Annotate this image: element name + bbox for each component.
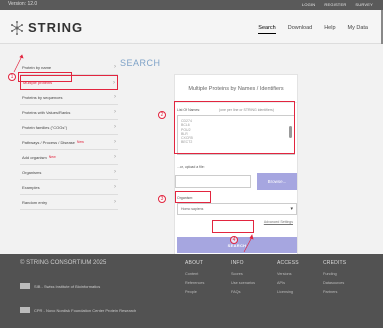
- upload-file-field[interactable]: [175, 175, 251, 188]
- new-badge: New: [76, 139, 84, 144]
- highlight-box-4: [212, 220, 254, 233]
- browse-button[interactable]: Browse...: [257, 173, 297, 190]
- footer-heading: INFO: [231, 260, 244, 266]
- site-header: STRING Search Download Help My Data: [0, 10, 383, 44]
- sidebar-item-pathways[interactable]: Pathways / Process / Disease New ›: [20, 135, 118, 150]
- footer-link[interactable]: References: [185, 281, 231, 285]
- card-title: Multiple Proteins by Names / Identifiers: [175, 75, 297, 103]
- main-nav: Search Download Help My Data: [258, 25, 368, 34]
- step-marker-3: 3: [158, 195, 166, 203]
- institution-sib[interactable]: SIB - Swiss Institute of Bioinformatics: [20, 283, 100, 289]
- nav-help[interactable]: Help: [324, 25, 335, 34]
- sib-logo-icon: [20, 283, 30, 289]
- sidebar-item-random-entry[interactable]: Random entry ›: [20, 195, 118, 210]
- top-links: LOGIN REGISTER SURVEY: [302, 2, 373, 7]
- sidebar-item-organisms[interactable]: Organisms ›: [20, 165, 118, 180]
- footer-col-credits: CREDITS Funding Datasources Partners: [323, 260, 369, 299]
- footer-link[interactable]: Content: [185, 272, 231, 276]
- sidebar-item-label: Examples: [22, 184, 40, 190]
- footer-link[interactable]: Versions: [277, 272, 323, 276]
- footer-link[interactable]: People: [185, 290, 231, 294]
- cpr-logo-icon: [20, 307, 30, 313]
- sidebar-item-label: Organisms: [22, 169, 42, 175]
- footer-heading: ACCESS: [277, 260, 299, 266]
- chevron-right-icon: ›: [114, 169, 116, 175]
- sidebar-item-values-ranks[interactable]: Proteins with Values/Ranks ›: [20, 105, 118, 120]
- highlight-box-3: [175, 191, 211, 203]
- nav-search[interactable]: Search: [258, 25, 276, 34]
- sidebar-item-label: Add organism: [22, 154, 47, 160]
- highlight-box-2: [174, 101, 295, 154]
- new-badge: New: [48, 154, 56, 159]
- sidebar-item-label: Protein families ("COGs"): [22, 124, 68, 130]
- survey-link[interactable]: SURVEY: [355, 2, 373, 7]
- highlight-box-1: [18, 72, 72, 82]
- upload-label: ...or, upload a file:: [177, 165, 205, 169]
- chevron-right-icon: ›: [114, 124, 116, 130]
- step-marker-2: 2: [158, 111, 166, 119]
- string-logo[interactable]: STRING: [10, 20, 83, 35]
- footer-columns: ABOUT Content References People INFO Sco…: [185, 260, 369, 299]
- footer-col-info: INFO Scores Use scenarios FAQs: [231, 260, 277, 299]
- footer-link[interactable]: Licensing: [277, 290, 323, 294]
- footer-link[interactable]: FAQs: [231, 290, 277, 294]
- sidebar-item-label: Random entry: [22, 199, 48, 205]
- footer-heading: ABOUT: [185, 260, 204, 266]
- institution-label: CPR - Novo Nordisk Foundation Center Pro…: [34, 307, 137, 313]
- footer-col-about: ABOUT Content References People: [185, 260, 231, 299]
- chevron-right-icon: ›: [114, 109, 116, 115]
- chevron-right-icon: ›: [114, 199, 116, 205]
- chevron-right-icon: ›: [114, 184, 116, 190]
- copyright: © STRING CONSORTIUM 2025: [20, 260, 107, 266]
- step-marker-1: 1: [8, 73, 16, 81]
- top-bar: Version: 12.0 LOGIN REGISTER SURVEY: [0, 0, 383, 10]
- site-footer: © STRING CONSORTIUM 2025 SIB - Swiss Ins…: [0, 254, 383, 328]
- organism-value: Homo sapiens: [181, 207, 204, 211]
- footer-link[interactable]: Use scenarios: [231, 281, 277, 285]
- advanced-settings-link[interactable]: Advanced Settings: [264, 220, 293, 224]
- footer-link[interactable]: Funding: [323, 272, 369, 276]
- institution-cpr[interactable]: CPR - Novo Nordisk Foundation Center Pro…: [20, 307, 136, 313]
- chevron-right-icon: ›: [114, 139, 116, 145]
- section-title: SEARCH: [120, 58, 161, 68]
- footer-link[interactable]: Partners: [323, 290, 369, 294]
- chevron-right-icon: ›: [114, 64, 116, 70]
- nav-download[interactable]: Download: [288, 25, 312, 34]
- network-logo-icon: [11, 20, 23, 35]
- chevron-right-icon: ›: [113, 79, 115, 86]
- sidebar-item-label: Protein by name: [22, 64, 52, 70]
- sidebar-item-protein-families[interactable]: Protein families ("COGs") ›: [20, 120, 118, 135]
- search-sidebar: Protein by name › Multiple proteins › Prot…: [20, 60, 118, 210]
- sidebar-item-label: Proteins with Values/Ranks: [22, 109, 71, 115]
- caret-down-icon: ▾: [290, 206, 293, 212]
- logo-text: STRING: [28, 20, 84, 35]
- organism-select[interactable]: Homo sapiens ▾: [177, 203, 297, 215]
- version-label: Version: 12.0: [8, 1, 38, 7]
- sidebar-item-examples[interactable]: Examples ›: [20, 180, 118, 195]
- footer-link[interactable]: Scores: [231, 272, 277, 276]
- sidebar-item-label: Proteins by sequences: [22, 94, 63, 100]
- sidebar-item-proteins-by-sequences[interactable]: Proteins by sequences ›: [20, 90, 118, 105]
- login-link[interactable]: LOGIN: [302, 2, 315, 7]
- sidebar-item-label: Pathways / Process / Disease: [22, 139, 75, 145]
- sidebar-item-add-organism[interactable]: Add organism New ›: [20, 150, 118, 165]
- footer-link[interactable]: APIs: [277, 281, 323, 285]
- chevron-right-icon: ›: [114, 154, 116, 160]
- footer-col-access: ACCESS Versions APIs Licensing: [277, 260, 323, 299]
- footer-link[interactable]: Datasources: [323, 281, 369, 285]
- register-link[interactable]: REGISTER: [324, 2, 346, 7]
- chevron-right-icon: ›: [114, 94, 116, 100]
- step-marker-4: 4: [230, 236, 238, 244]
- institution-label: SIB - Swiss Institute of Bioinformatics: [34, 283, 101, 289]
- nav-my-data[interactable]: My Data: [348, 25, 368, 34]
- footer-heading: CREDITS: [323, 260, 347, 266]
